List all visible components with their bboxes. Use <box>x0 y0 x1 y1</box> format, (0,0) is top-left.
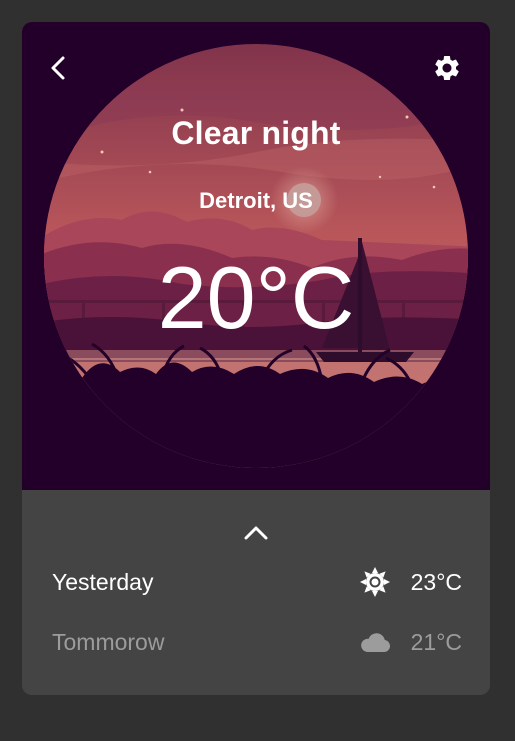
cloud-icon <box>361 633 391 653</box>
current-temperature: 20°C <box>157 248 355 347</box>
weather-card: Clear night Detroit, US 20°C Yesterday 2… <box>22 22 490 695</box>
weather-hero: Clear night Detroit, US 20°C <box>22 22 490 490</box>
forecast-temperature: 23°C <box>410 569 462 595</box>
chevron-left-icon <box>51 56 65 80</box>
gear-icon <box>435 55 459 80</box>
sun-icon <box>360 567 390 597</box>
back-button[interactable] <box>46 54 72 82</box>
chevron-up-icon <box>244 526 268 540</box>
forecast-row-yesterday: Yesterday 23°C <box>52 565 462 599</box>
forecast-row-tomorrow: Tommorow 21°C <box>52 625 462 659</box>
forecast-temperature: 21°C <box>410 629 462 655</box>
expand-forecast-button[interactable] <box>240 520 272 546</box>
forecast-day-label: Tommorow <box>52 629 165 655</box>
location-label: Detroit, US <box>199 188 313 213</box>
forecast-day-label: Yesterday <box>52 569 154 595</box>
settings-button[interactable] <box>432 53 462 83</box>
forecast-panel: Yesterday 23°C Tommorow 21°C <box>22 490 490 695</box>
weather-condition: Clear night <box>171 115 341 151</box>
